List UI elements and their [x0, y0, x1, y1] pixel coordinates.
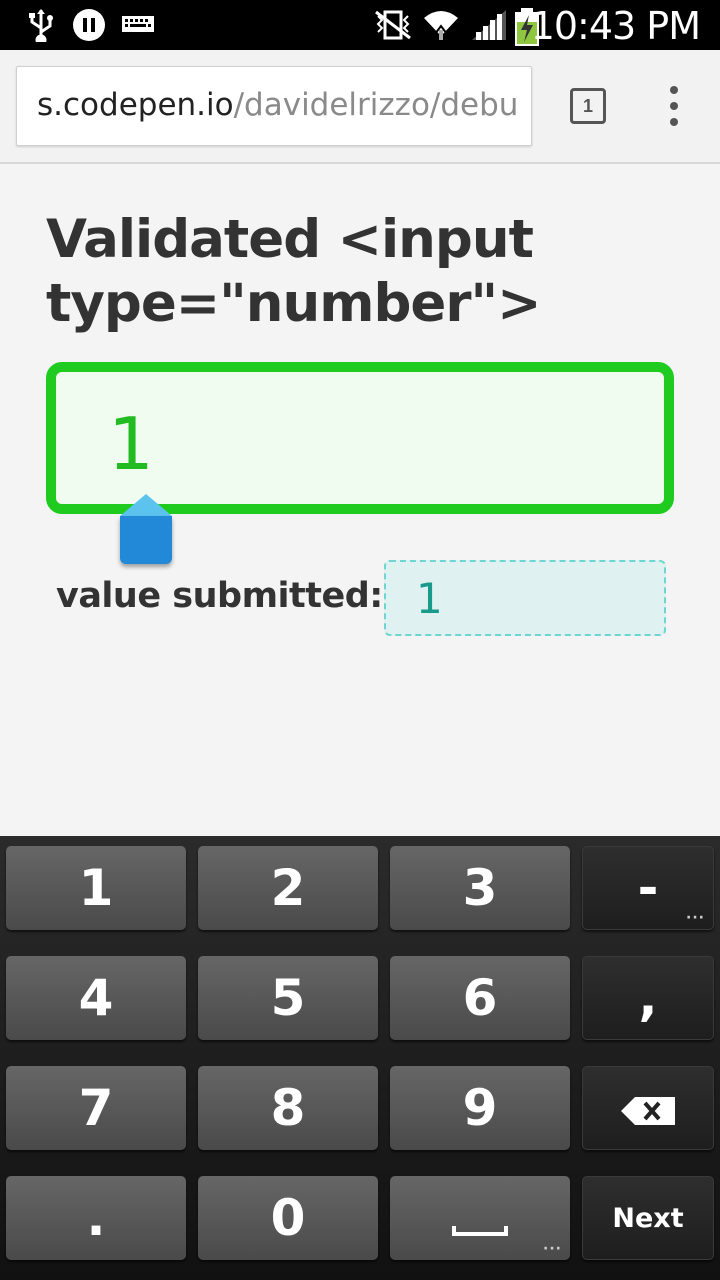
backspace-icon: [621, 1079, 675, 1137]
number-input-value: 1: [108, 402, 154, 486]
key-label: 0: [270, 1189, 306, 1247]
key-3[interactable]: 3: [390, 846, 570, 930]
status-bar: 10:43 PM: [0, 0, 720, 50]
number-input[interactable]: 1: [46, 362, 674, 514]
browser-toolbar: s.codepen.io/davidelrizzo/debu 1: [0, 50, 720, 164]
submitted-value: 1: [416, 574, 443, 623]
key-label: 6: [462, 969, 498, 1027]
key-backspace[interactable]: [582, 1066, 714, 1150]
key-4[interactable]: 4: [6, 956, 186, 1040]
submitted-label: value submitted:: [56, 576, 383, 616]
more-options-indicator: ···: [686, 910, 705, 926]
key-9[interactable]: 9: [390, 1066, 570, 1150]
key-label: 7: [78, 1079, 114, 1137]
key-period[interactable]: .: [6, 1176, 186, 1260]
submitted-value-box: 1: [384, 560, 666, 636]
page-title: Validated <input type="number">: [46, 209, 542, 334]
key-6[interactable]: 6: [390, 956, 570, 1040]
key-1[interactable]: 1: [6, 846, 186, 930]
key-label: Next: [612, 1202, 684, 1234]
key-label: 2: [270, 859, 306, 917]
key-2[interactable]: 2: [198, 846, 378, 930]
key-label: 8: [270, 1079, 306, 1137]
key-7[interactable]: 7: [6, 1066, 186, 1150]
text-cursor-handle[interactable]: [120, 494, 172, 568]
key-label: 1: [78, 859, 114, 917]
key-8[interactable]: 8: [198, 1066, 378, 1150]
more-options-indicator: ···: [543, 1241, 562, 1257]
usb-icon: [28, 8, 54, 42]
key-label: ,: [638, 969, 658, 1027]
tab-switcher-button[interactable]: 1: [570, 88, 606, 124]
space-icon: [452, 1226, 508, 1236]
key-0[interactable]: 0: [198, 1176, 378, 1260]
key-label: -: [637, 859, 659, 917]
key-label: 3: [462, 859, 498, 917]
key-5[interactable]: 5: [198, 956, 378, 1040]
media-pause-icon: [72, 8, 106, 42]
signal-icon: [470, 8, 508, 42]
status-time: 10:43 PM: [530, 4, 701, 48]
url-text[interactable]: s.codepen.io/davidelrizzo/debu: [37, 87, 518, 123]
keyboard-icon: [122, 14, 154, 34]
tab-count: 1: [582, 95, 593, 116]
numeric-keyboard: 1 2 3 - ··· 4 5 6 , 7 8 9 . 0 ··· Next: [0, 836, 720, 1280]
key-minus[interactable]: - ···: [582, 846, 714, 930]
key-label: 5: [270, 969, 306, 1027]
key-space[interactable]: ···: [390, 1176, 570, 1260]
wifi-icon: [422, 8, 460, 42]
key-label: 9: [462, 1079, 498, 1137]
overflow-menu-icon[interactable]: [662, 86, 686, 126]
key-label: 4: [78, 969, 114, 1027]
url-domain: s.codepen.io: [37, 87, 234, 123]
url-bar[interactable]: s.codepen.io/davidelrizzo/debu: [16, 66, 532, 146]
key-next[interactable]: Next: [582, 1176, 714, 1260]
key-comma[interactable]: ,: [582, 956, 714, 1040]
page-content: Validated <input type="number"> 1 value …: [0, 164, 720, 836]
vibrate-silent-icon: [372, 8, 414, 42]
key-label: .: [86, 1189, 106, 1247]
url-path: /davidelrizzo/debu: [233, 87, 519, 123]
